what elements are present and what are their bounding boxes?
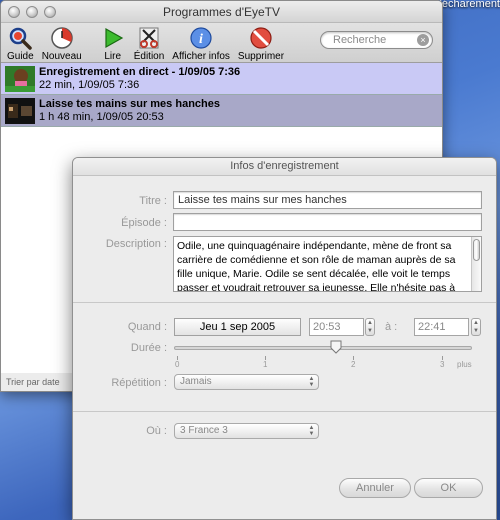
duration-slider-thumb[interactable]	[330, 340, 342, 354]
recording-row[interactable]: Enregistrement en direct - 1/09/05 7:36 …	[1, 63, 442, 95]
play-icon	[100, 26, 126, 50]
info-icon: i	[188, 26, 214, 50]
sort-status[interactable]: Trier par date	[6, 377, 60, 387]
end-time-stepper[interactable]: ▲ ▼	[471, 318, 481, 336]
delete-icon	[248, 26, 274, 50]
edit-button[interactable]: Édition	[134, 26, 164, 62]
search-field[interactable]: ×	[320, 31, 433, 49]
duration-plus-label: plus	[457, 360, 472, 369]
recording-detail: 1 h 48 min, 1/09/05 20:53	[39, 111, 164, 123]
scissors-icon	[136, 26, 162, 50]
guide-button[interactable]: Guide	[7, 26, 34, 62]
date-button[interactable]: Jeu 1 sep 2005	[174, 318, 301, 336]
cancel-button[interactable]: Annuler	[339, 478, 411, 498]
to-label: à :	[385, 321, 398, 333]
where-label: Où :	[146, 425, 167, 437]
clear-search-icon[interactable]: ×	[417, 34, 429, 46]
svg-text:i: i	[199, 32, 203, 47]
description-scrollbar[interactable]	[471, 237, 481, 291]
channel-value: 3 France 3	[180, 425, 228, 436]
duration-tick-label: 0	[175, 360, 180, 369]
duration-tick-label: 3	[440, 360, 445, 369]
repeat-label: Répétition :	[111, 377, 167, 389]
recording-info-dialog: Infos d'enregistrement Titre : Laisse te…	[72, 157, 497, 520]
start-time-field[interactable]: 20:53	[309, 318, 364, 336]
new-button[interactable]: Nouveau	[42, 26, 82, 62]
channel-popup[interactable]: 3 France 3 ▲ ▼	[174, 423, 319, 439]
popup-arrows-icon: ▲ ▼	[308, 425, 315, 437]
start-time-stepper[interactable]: ▲ ▼	[365, 318, 375, 336]
delete-button[interactable]: Supprimer	[238, 26, 284, 62]
repeat-popup[interactable]: Jamais ▲ ▼	[174, 374, 319, 390]
scroll-thumb[interactable]	[473, 239, 480, 261]
search-input[interactable]	[333, 34, 417, 46]
duration-label: Durée :	[130, 342, 167, 354]
magnifier-icon	[7, 26, 33, 50]
title-label: Titre :	[139, 195, 167, 207]
window-titlebar[interactable]: Programmes d'EyeTV	[1, 1, 442, 23]
separator	[73, 411, 496, 412]
recording-detail: 22 min, 1/09/05 7:36	[39, 79, 140, 91]
new-clock-icon	[49, 26, 75, 50]
repeat-value: Jamais	[180, 376, 212, 387]
description-label: Description :	[105, 238, 167, 250]
show-info-button[interactable]: i Afficher infos	[172, 26, 230, 62]
play-button[interactable]: Lire	[100, 26, 126, 62]
episode-label: Épisode :	[121, 217, 167, 229]
description-text: Odile, une quinquagénaire indépendante, …	[177, 240, 456, 292]
separator	[73, 302, 496, 303]
recording-row[interactable]: Laisse tes mains sur mes hanches 1 h 48 …	[1, 95, 442, 127]
duration-tick-label: 1	[263, 360, 268, 369]
episode-field[interactable]	[173, 213, 482, 231]
dialog-title[interactable]: Infos d'enregistrement	[73, 158, 496, 176]
duration-tick-label: 2	[351, 360, 356, 369]
when-label: Quand :	[127, 321, 167, 333]
description-textarea[interactable]: Odile, une quinquagénaire indépendante, …	[173, 236, 482, 292]
recording-thumbnail	[5, 97, 35, 124]
recording-title: Enregistrement en direct - 1/09/05 7:36	[39, 66, 241, 78]
recording-title: Laisse tes mains sur mes hanches	[39, 98, 220, 110]
window-title: Programmes d'EyeTV	[163, 5, 280, 19]
recording-thumbnail	[5, 65, 35, 92]
ok-button[interactable]: OK	[414, 478, 483, 498]
toolbar: Guide Nouveau Lire Édition i Afficher in…	[1, 23, 442, 63]
duration-slider[interactable]	[174, 346, 472, 350]
popup-arrows-icon: ▲ ▼	[308, 376, 315, 388]
title-field[interactable]: Laisse tes mains sur mes hanches	[173, 191, 482, 209]
end-time-field[interactable]: 22:41	[414, 318, 469, 336]
